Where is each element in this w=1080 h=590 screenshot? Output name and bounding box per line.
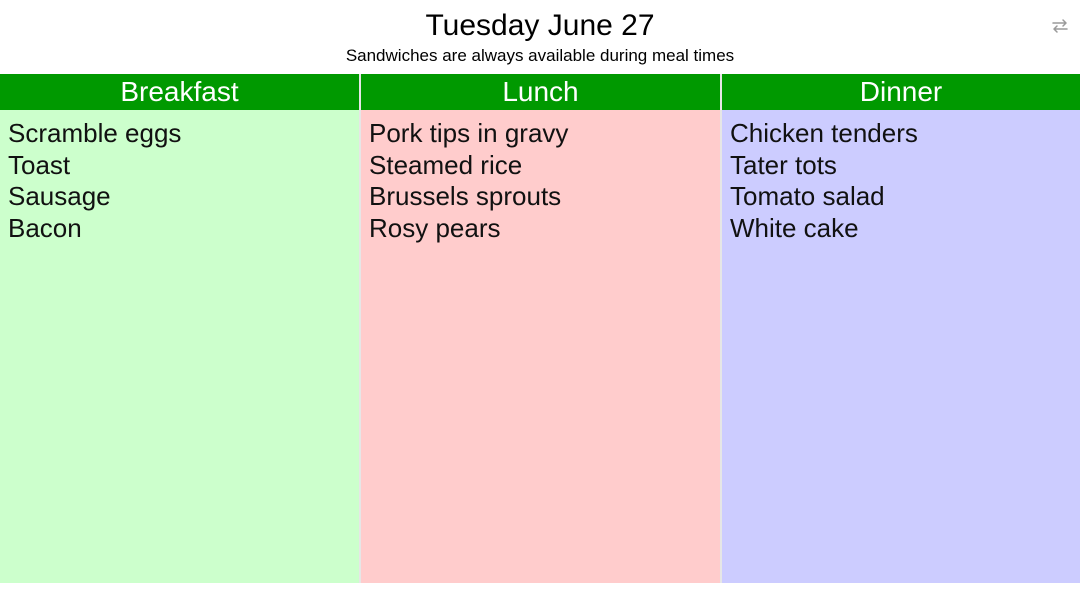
list-item: Toast	[8, 149, 71, 180]
dinner-column: Dinner Chicken tenders Tater tots Tomato…	[720, 74, 1080, 583]
page-title: Tuesday June 27	[425, 9, 655, 42]
list-item: Tater tots	[730, 149, 837, 180]
header: Tuesday June 27 Sandwiches are always av…	[0, 0, 1080, 74]
meal-columns: Breakfast Scramble eggs Toast Sausage Ba…	[0, 74, 1080, 583]
list-item: Chicken tenders	[730, 118, 918, 148]
list-item: Pork tips in gravy	[369, 118, 569, 148]
breakfast-heading: Breakfast	[0, 74, 359, 110]
lunch-column: Lunch Pork tips in gravy Steamed rice Br…	[359, 74, 720, 583]
list-item: Sausage	[8, 181, 111, 211]
list-item: Scramble eggs	[8, 118, 182, 148]
menu-page: Tuesday June 27 Sandwiches are always av…	[0, 0, 1080, 590]
list-item: Steamed rice	[369, 149, 523, 180]
page-subtitle: Sandwiches are always available during m…	[345, 46, 735, 65]
lunch-list: Pork tips in gravy Steamed rice Brussels…	[361, 110, 720, 583]
breakfast-column: Breakfast Scramble eggs Toast Sausage Ba…	[0, 74, 359, 583]
list-item: Bacon	[8, 212, 82, 243]
list-item: Brussels sprouts	[369, 181, 562, 211]
dinner-heading: Dinner	[722, 74, 1080, 110]
refresh-icon[interactable]	[1048, 14, 1072, 38]
list-item: Tomato salad	[730, 181, 885, 211]
breakfast-list: Scramble eggs Toast Sausage Bacon	[0, 110, 359, 583]
list-item: White cake	[730, 212, 859, 243]
list-item: Rosy pears	[369, 212, 501, 243]
lunch-heading: Lunch	[361, 74, 720, 110]
dinner-list: Chicken tenders Tater tots Tomato salad …	[722, 110, 1080, 583]
